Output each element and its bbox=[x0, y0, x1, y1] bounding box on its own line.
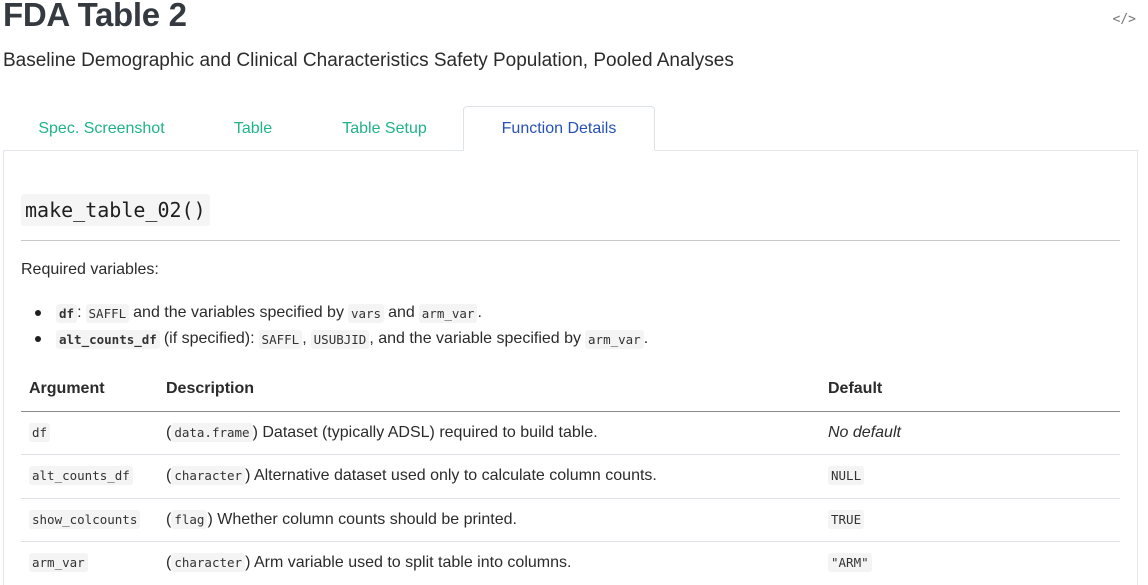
argument-name: alt_counts_df bbox=[29, 466, 133, 486]
argument-type: flag bbox=[171, 509, 208, 529]
table-row: show_colcounts (flag) Whether column cou… bbox=[21, 498, 1120, 542]
divider bbox=[21, 240, 1120, 241]
list-item: alt_counts_df (if specified): SAFFL , US… bbox=[34, 326, 649, 352]
argument-type: character bbox=[171, 553, 246, 573]
tab-bar: Spec. Screenshot Table Table Setup Funct… bbox=[3, 106, 655, 151]
sep: : bbox=[77, 304, 82, 321]
function-name: make_table_02() bbox=[21, 194, 210, 226]
tab-function-details[interactable]: Function Details bbox=[463, 106, 655, 151]
code-alt-counts-df: alt_counts_df bbox=[56, 329, 160, 349]
tab-spec-screenshot[interactable]: Spec. Screenshot bbox=[3, 106, 200, 151]
table-row: df (data.frame) Dataset (typically ADSL)… bbox=[21, 411, 1120, 455]
description-text: Alternative dataset used only to calcula… bbox=[253, 467, 657, 485]
code-arm-var: arm_var bbox=[418, 303, 478, 323]
description-text: Arm variable used to split table into co… bbox=[253, 554, 572, 572]
bullet-text: and the variables specified by bbox=[133, 304, 344, 321]
argument-description: (character) Alternative dataset used onl… bbox=[158, 454, 820, 499]
arguments-table: Argument Description Default df (data.fr… bbox=[21, 368, 1120, 585]
required-variables-list: df : SAFFL and the variables specified b… bbox=[34, 300, 649, 352]
table-row: alt_counts_df (character) Alternative da… bbox=[21, 454, 1120, 499]
description-text: Dataset (typically ADSL) required to bui… bbox=[262, 423, 598, 441]
column-header-description: Description bbox=[158, 368, 820, 412]
bullet-text: , and the variable specified by bbox=[369, 330, 582, 347]
bullet-end: . bbox=[643, 330, 649, 347]
argument-type: data.frame bbox=[171, 422, 253, 442]
table-row: arm_var (character) Arm variable used to… bbox=[21, 541, 1120, 585]
page-subtitle: Baseline Demographic and Clinical Charac… bbox=[3, 50, 734, 71]
code-saffl: SAFFL bbox=[85, 303, 130, 323]
argument-type: character bbox=[171, 466, 246, 486]
code-saffl: SAFFL bbox=[258, 329, 303, 349]
required-variables-label: Required variables: bbox=[21, 261, 159, 278]
argument-default: No default bbox=[828, 423, 901, 441]
column-header-default: Default bbox=[820, 368, 1120, 412]
argument-default: NULL bbox=[828, 466, 865, 486]
bullet-end: . bbox=[477, 304, 482, 321]
argument-description: (character) Arm variable used to split t… bbox=[158, 541, 820, 585]
column-header-argument: Argument bbox=[21, 368, 158, 412]
sep: , bbox=[302, 330, 307, 347]
description-text: Whether column counts should be printed. bbox=[217, 510, 517, 528]
bullet-text: and bbox=[388, 304, 415, 321]
argument-name: arm_var bbox=[29, 553, 88, 573]
tab-table-setup[interactable]: Table Setup bbox=[306, 106, 463, 151]
tab-table[interactable]: Table bbox=[200, 106, 306, 151]
code-vars: vars bbox=[347, 303, 385, 323]
bullet-text: (if specified): bbox=[163, 330, 255, 347]
argument-default: "ARM" bbox=[828, 553, 872, 573]
code-arm-var: arm_var bbox=[585, 329, 644, 349]
argument-name: df bbox=[29, 422, 51, 442]
list-item: df : SAFFL and the variables specified b… bbox=[34, 300, 648, 326]
page-title: FDA Table 2 bbox=[3, 0, 187, 33]
code-df: df bbox=[56, 303, 78, 323]
code-usubjid: USUBJID bbox=[310, 329, 370, 349]
argument-description: (flag) Whether column counts should be p… bbox=[158, 498, 820, 542]
table-header-row: Argument Description Default bbox=[21, 368, 1120, 412]
argument-description: (data.frame) Dataset (typically ADSL) re… bbox=[158, 411, 820, 455]
argument-name: show_colcounts bbox=[29, 509, 141, 529]
argument-default: TRUE bbox=[828, 509, 865, 529]
code-toggle-icon[interactable]: </> bbox=[1113, 12, 1136, 27]
